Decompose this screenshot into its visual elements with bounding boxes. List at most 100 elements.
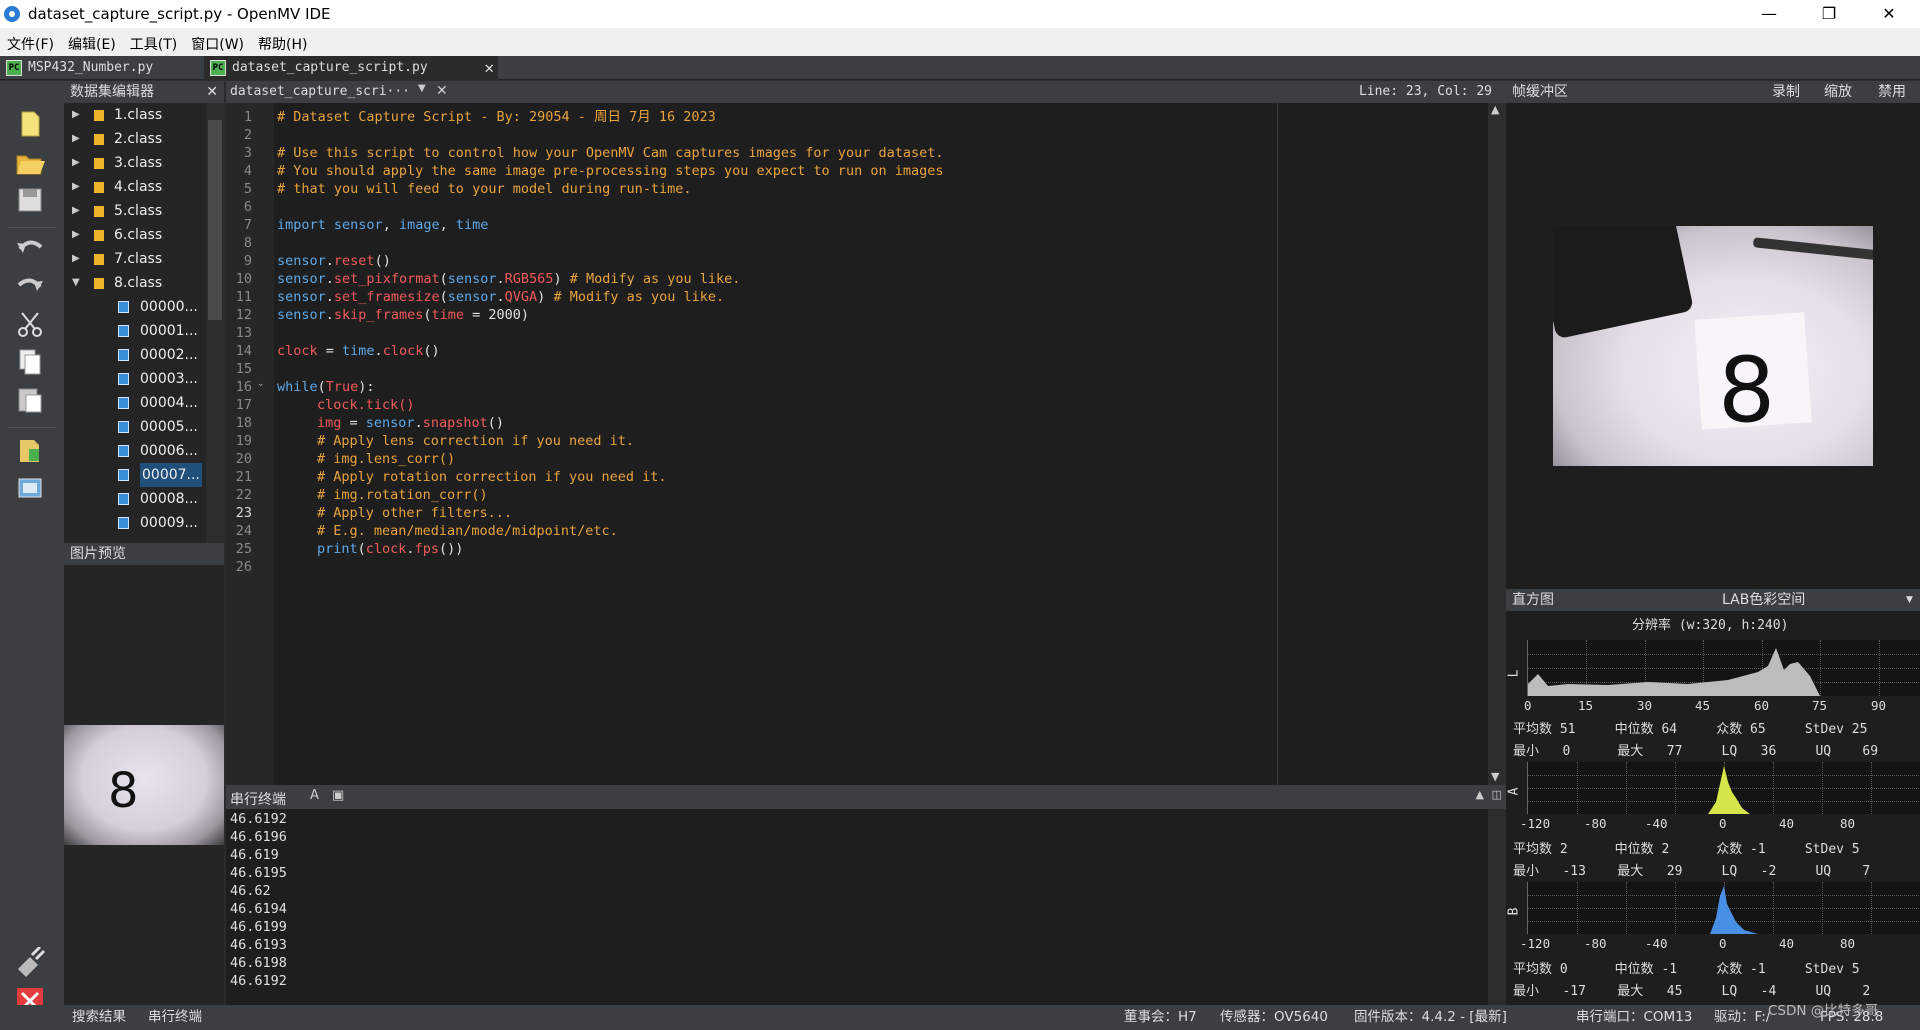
line-number: 16 (235, 379, 252, 395)
close-tab-icon[interactable]: ✕ (484, 56, 494, 80)
tree-file[interactable]: 00009... (64, 511, 204, 535)
firmware-status[interactable]: 固件版本：4.4.2 - [最新] (1354, 1005, 1507, 1030)
tree-file-selected[interactable]: 00007... (64, 463, 204, 487)
code-line-10: sensor.set_pixformat(sensor.RGB565) # Mo… (277, 271, 741, 287)
editor-scrollbar[interactable]: ▲ ▼ (1488, 103, 1506, 785)
line-number: 24 (235, 523, 252, 539)
close-panel-icon[interactable]: ✕ (206, 81, 218, 103)
redo-icon[interactable] (14, 271, 46, 301)
tree-folder-3[interactable]: ▶ 3.class (64, 151, 204, 175)
menu-window[interactable]: 窗口(W) (184, 28, 251, 54)
tree-file[interactable]: 00005... (64, 415, 204, 439)
image-file-icon (118, 421, 129, 433)
editor-file-selector[interactable]: dataset_capture_scri··· (230, 84, 410, 99)
code-line-16: while(True): (277, 379, 375, 395)
tree-file[interactable]: 00001... (64, 319, 204, 343)
code-line-23: # Apply other filters... (317, 505, 513, 521)
cut-icon[interactable] (14, 309, 46, 339)
hist-l-tick: 30 (1637, 698, 1653, 713)
folder-icon (94, 182, 104, 193)
close-editor-icon[interactable]: ✕ (436, 83, 448, 99)
zoom-button[interactable]: 缩放 (1824, 81, 1852, 103)
hist-a-curve (1708, 766, 1750, 814)
line-number: 26 (235, 559, 252, 575)
open-file-icon[interactable] (14, 147, 46, 177)
tree-file[interactable]: 00000... (64, 295, 204, 319)
image-preview-header: 图片预览 (64, 543, 224, 565)
dataset-capture-icon[interactable] (14, 473, 46, 503)
restore-button[interactable]: ❐ (1800, 0, 1858, 28)
folder-icon (94, 206, 104, 217)
line-number: 1 (243, 109, 252, 125)
tab-dataset-capture-script[interactable]: PC dataset_capture_script.py ✕ (204, 56, 498, 80)
python-file-icon: PC (6, 60, 22, 76)
menu-file[interactable]: 文件(F) (0, 28, 61, 54)
tree-folder-6[interactable]: ▶ 6.class (64, 223, 204, 247)
code-line-20: # img.lens_corr() (317, 451, 456, 467)
frame-digit: 8 (1718, 338, 1776, 443)
menu-tools[interactable]: 工具(T) (123, 28, 184, 54)
hist-b-curve (1710, 886, 1758, 934)
folder-icon (94, 278, 104, 289)
new-file-icon[interactable] (14, 109, 46, 139)
tree-folder-8[interactable]: ▼ 8.class (64, 271, 204, 295)
minimize-button[interactable]: — (1740, 0, 1798, 28)
menu-help[interactable]: 帮助(H) (251, 28, 314, 54)
sensor-status: 传感器：OV5640 (1220, 1009, 1328, 1025)
line-number: 5 (243, 181, 252, 197)
undock-icon[interactable]: ◫ (1492, 788, 1502, 801)
tree-folder-1[interactable]: ▶ 1.class (64, 103, 204, 127)
tree-folder-7[interactable]: ▶ 7.class (64, 247, 204, 271)
copy-icon[interactable] (14, 347, 46, 377)
scroll-down-icon[interactable]: ▼ (1491, 770, 1499, 783)
dataset-scrollbar-thumb[interactable] (208, 120, 222, 320)
colorspace-select[interactable]: LAB色彩空间 (1722, 589, 1805, 611)
line-number: 8 (243, 235, 252, 251)
tree-file[interactable]: 00002... (64, 343, 204, 367)
fold-chevron-icon[interactable]: ⌄ (257, 379, 265, 389)
chevron-down-icon[interactable]: ▼ (1906, 589, 1913, 611)
serial-terminal-output[interactable] (226, 809, 1488, 1005)
search-results-tab[interactable]: 搜索结果 (72, 1005, 126, 1030)
line-number: 19 (235, 433, 252, 449)
serial-terminal-tab[interactable]: 串行终端 (148, 1005, 202, 1030)
hist-b-tick: -40 (1645, 936, 1668, 951)
tree-file[interactable]: 00003... (64, 367, 204, 391)
save-log-icon[interactable]: ▣ (332, 788, 344, 803)
dataset-new-class-icon[interactable] (14, 435, 46, 465)
folder-icon (94, 110, 104, 121)
hist-l-stats-1: 平均数 51 中位数 64 众数 65 StDev 25 (1513, 722, 1868, 737)
hist-b-canvas (1527, 882, 1920, 934)
record-button[interactable]: 录制 (1772, 81, 1800, 103)
tree-file[interactable]: 00006... (64, 439, 204, 463)
undo-icon[interactable] (14, 233, 46, 263)
tree-file[interactable]: 00004... (64, 391, 204, 415)
tree-folder-5[interactable]: ▶ 5.class (64, 199, 204, 223)
tab-msp432-number[interactable]: PC MSP432_Number.py ✕ (0, 56, 228, 80)
line-number: 25 (235, 541, 252, 557)
hist-a-stats-2: 最小 -13 最大 29 LQ -2 UQ 7 (1513, 864, 1871, 879)
preview-image: 8 (64, 725, 224, 845)
paste-icon[interactable] (14, 385, 46, 415)
histogram-title: 直方图 (1512, 592, 1554, 608)
serial-line: 46.619 (230, 847, 279, 863)
tree-folder-2[interactable]: ▶ 2.class (64, 127, 204, 151)
save-icon[interactable] (14, 185, 46, 215)
connect-icon[interactable] (14, 945, 46, 977)
font-icon[interactable]: A (310, 788, 319, 803)
tree-file[interactable]: 00008... (64, 487, 204, 511)
line-number: 3 (243, 145, 252, 161)
serial-scrollbar[interactable] (1488, 809, 1506, 1005)
disable-button[interactable]: 禁用 (1878, 81, 1906, 103)
tree-folder-4[interactable]: ▶ 4.class (64, 175, 204, 199)
scroll-up-icon[interactable]: ▲ (1491, 103, 1499, 116)
code-line-25: print(clock.fps()) (317, 541, 464, 557)
serial-line: 46.6199 (230, 919, 287, 935)
serial-terminal-header: 串行终端 A ▣ ▲ ◫ (226, 785, 1506, 809)
close-window-button[interactable]: ✕ (1860, 0, 1918, 28)
code-line-19: # Apply lens correction if you need it. (317, 433, 634, 449)
menu-edit[interactable]: 编辑(E) (61, 28, 123, 54)
collapse-icon[interactable]: ▲ (1476, 788, 1484, 801)
code-line-18: img = sensor.snapshot() (317, 415, 504, 431)
chevron-down-icon[interactable]: ▼ (418, 83, 426, 94)
